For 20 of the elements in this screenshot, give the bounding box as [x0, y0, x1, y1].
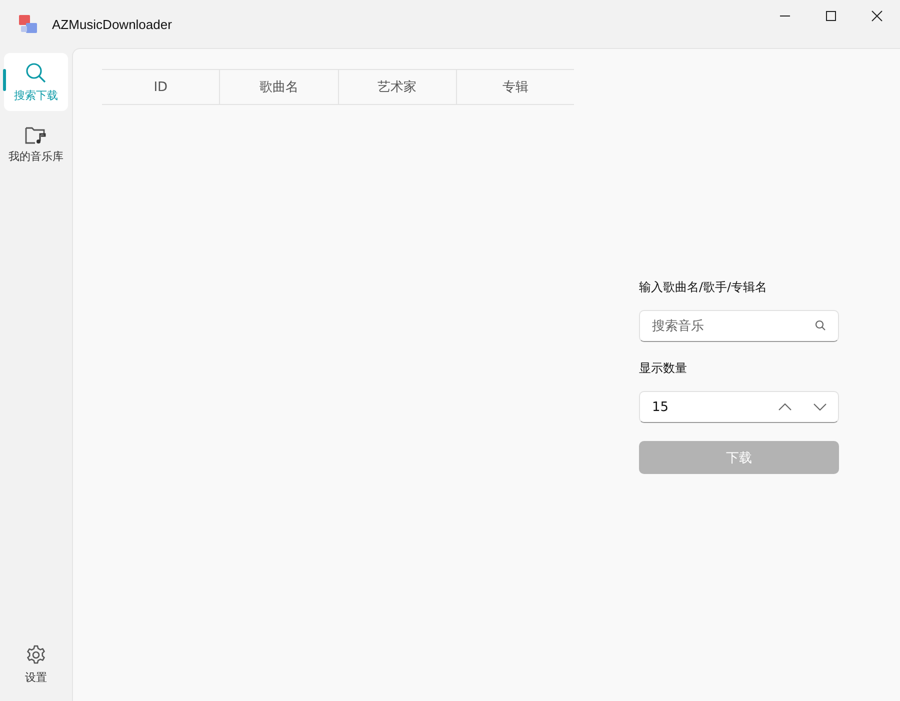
column-header[interactable]: 歌曲名: [219, 70, 338, 104]
column-header[interactable]: ID: [102, 70, 220, 104]
app-logo-icon: [18, 14, 38, 34]
query-label: 输入歌曲名/歌手/专辑名: [639, 279, 768, 296]
settings-button[interactable]: 设置: [4, 635, 68, 693]
search-icon: [25, 62, 47, 84]
music-folder-icon: [25, 124, 47, 144]
column-header[interactable]: 专辑: [456, 70, 574, 104]
nav-item[interactable]: 我的音乐库: [4, 115, 68, 173]
decrement-icon[interactable]: [813, 403, 827, 411]
column-header[interactable]: 艺术家: [338, 70, 456, 104]
settings-icon: [25, 644, 47, 666]
close-icon: [871, 10, 883, 22]
increment-icon[interactable]: [778, 403, 792, 411]
count-label: 显示数量: [639, 360, 688, 377]
count-spinbox[interactable]: 15: [639, 391, 839, 423]
search-field[interactable]: 搜索音乐: [639, 310, 839, 342]
search-icon: [815, 320, 826, 331]
window-title: AZMusicDownloader: [52, 16, 172, 32]
maximize-icon: [825, 10, 837, 22]
